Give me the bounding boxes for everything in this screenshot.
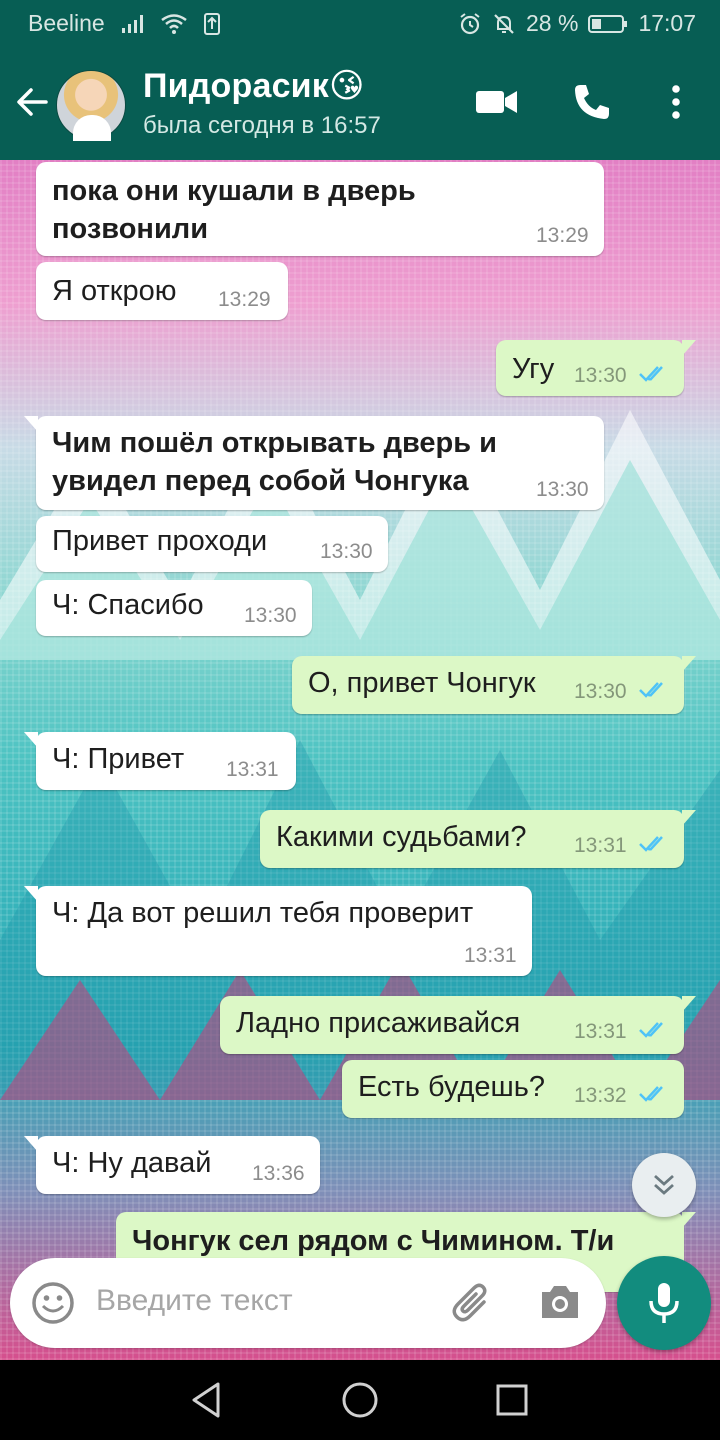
scroll-to-bottom-button[interactable] [632,1153,696,1217]
status-bar: Beeline 28 % 17:07 [0,0,720,48]
message-outgoing[interactable]: Угу 13:30 [496,340,696,396]
alarm-icon [458,12,482,36]
message-text: О, привет Чонгук [308,667,536,699]
data-transfer-icon [203,12,221,36]
message-text: Ч: Ну давай [52,1147,212,1179]
message-outgoing[interactable]: Ладно присаживайся 13:31 [220,996,696,1054]
bubble-tail [682,340,696,356]
bubble-tail [24,1136,38,1152]
read-ticks-icon [639,682,663,698]
message-text: Ч: Привет [52,743,185,775]
back-arrow-icon[interactable] [14,84,50,125]
bubble-tail [682,1212,696,1228]
message-text: Привет проходи [52,525,268,557]
system-nav-bar [0,1360,720,1440]
battery-icon [588,14,628,34]
message-time: 13:32 [574,1084,627,1107]
message-text: Я открою [52,275,177,307]
message-time: 13:30 [536,478,589,501]
message-time: 13:30 [574,680,627,703]
message-text: Ч: Спасибо [52,589,204,621]
message-text: Чонгук сел рядом с Чимином. Т/и [132,1225,615,1257]
camera-icon[interactable] [538,1282,582,1327]
attach-icon[interactable] [450,1280,494,1331]
mic-button[interactable] [617,1256,711,1350]
phone-icon[interactable] [572,82,612,127]
message-incoming[interactable]: Я открою 13:29 [36,262,288,320]
contact-name[interactable]: Пидорасик😘 [143,66,365,106]
chat-area[interactable]: пока они кушали в дверь позвонили 13:29 … [0,160,720,1360]
message-time: 13:31 [464,944,517,967]
chat-header: Пидорасик😘 была сегодня в 16:57 [0,48,720,160]
message-input[interactable]: Введите текст [96,1284,293,1318]
read-ticks-icon [639,836,663,852]
mic-icon [649,1283,679,1323]
bubble-tail [682,996,696,1012]
message-text: Чим пошёл открывать дверь и [52,427,497,459]
message-text: пока они кушали в дверь [52,175,416,207]
signal-icon [121,14,145,34]
message-time: 13:31 [226,758,279,781]
message-outgoing[interactable]: Есть будешь? 13:32 [342,1060,684,1118]
more-vert-icon[interactable] [664,82,688,127]
avatar[interactable] [56,70,126,141]
message-text: Есть будешь? [358,1071,546,1103]
message-outgoing[interactable]: Какими судьбами? 13:31 [260,810,696,868]
message-composer[interactable]: Введите текст [10,1258,606,1348]
message-time: 13:29 [218,288,271,311]
video-call-icon[interactable] [474,82,520,127]
message-time: 13:29 [536,224,589,247]
bubble-tail [24,886,38,902]
message-time: 13:31 [574,834,627,857]
nav-back-icon[interactable] [188,1380,224,1425]
nav-home-icon[interactable] [340,1380,380,1425]
battery-percent: 28 % [526,10,579,36]
nav-recents-icon[interactable] [494,1380,530,1425]
message-outgoing[interactable]: О, привет Чонгук 13:30 [292,656,696,714]
message-text: Ч: Да вот решил тебя проверит [52,897,474,929]
message-incoming[interactable]: Чим пошёл открывать дверь и увидел перед… [24,416,604,510]
clock: 17:07 [638,10,696,36]
message-incoming[interactable]: Привет проходи 13:30 [36,516,388,572]
message-text: позвонили [52,213,209,245]
emoji-icon[interactable] [30,1280,76,1331]
wifi-icon [160,13,187,34]
message-time: 13:31 [574,1020,627,1043]
message-incoming[interactable]: Ч: Спасибо 13:30 [36,580,312,636]
message-text: Какими судьбами? [276,821,527,853]
chevron-down-icon [654,1174,674,1195]
last-seen-status: была сегодня в 16:57 [143,112,381,139]
bubble-tail [24,416,38,432]
message-text: Ладно присаживайся [236,1007,521,1039]
message-time: 13:36 [252,1162,305,1185]
bubble-tail [24,732,38,748]
bubble-tail [682,810,696,826]
message-incoming[interactable]: Ч: Да вот решил тебя проверит 13:31 [24,886,532,976]
read-ticks-icon [639,366,663,382]
message-time: 13:30 [320,540,373,563]
message-text: Угу [512,353,555,385]
message-incoming[interactable]: Ч: Привет 13:31 [24,732,296,790]
message-text: увидел перед собой Чонгука [52,465,469,497]
bubble-tail [682,656,696,672]
message-incoming[interactable]: пока они кушали в дверь позвонили 13:29 [36,162,604,256]
message-time: 13:30 [244,604,297,627]
carrier-name: Beeline [28,10,105,36]
read-ticks-icon [639,1022,663,1038]
notifications-off-icon [492,12,516,36]
read-ticks-icon [639,1086,663,1102]
message-time: 13:30 [574,364,627,387]
message-incoming[interactable]: Ч: Ну давай 13:36 [24,1136,320,1194]
